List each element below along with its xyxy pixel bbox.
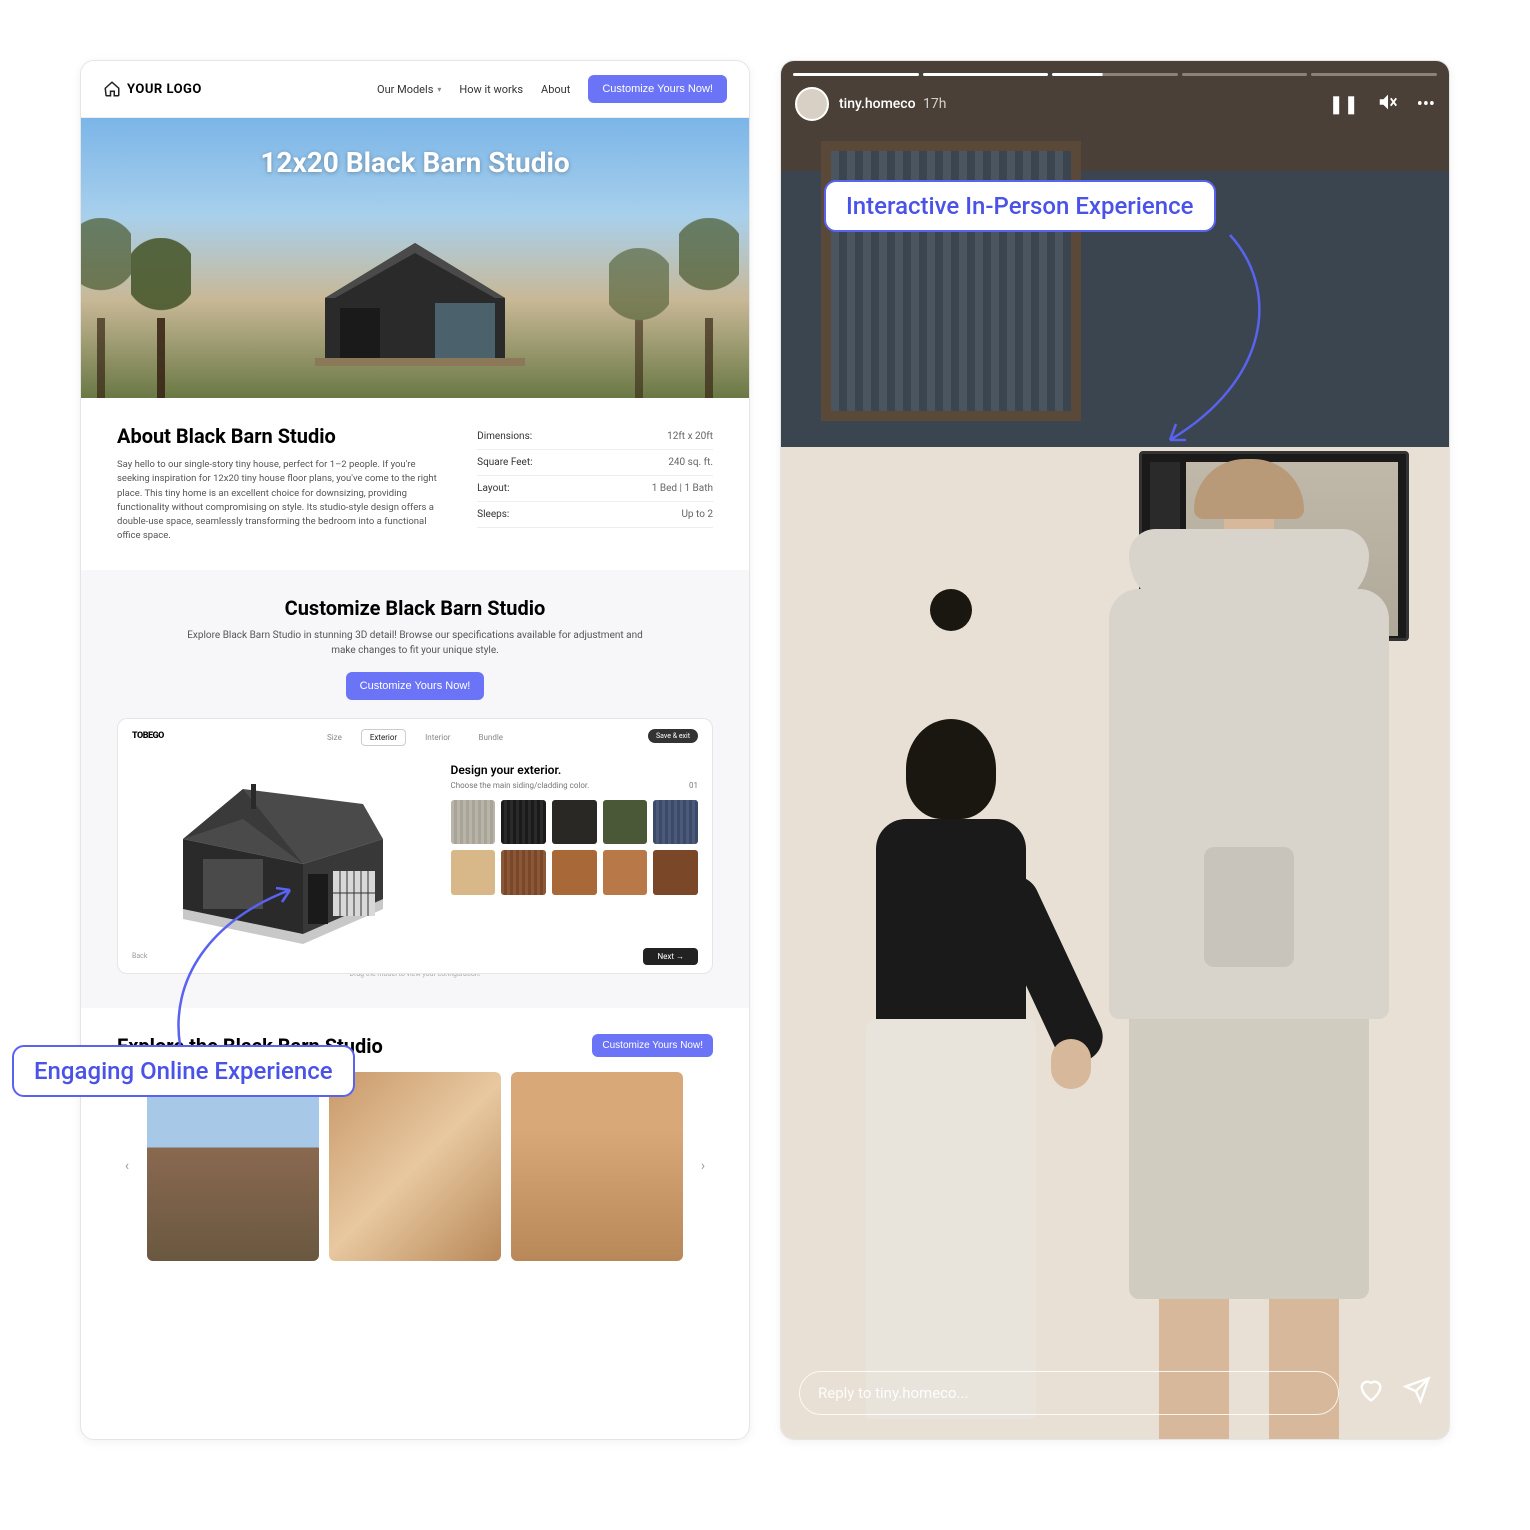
nav-how-it-works[interactable]: How it works [459,83,523,96]
annotation-inperson-experience: Interactive In-Person Experience [824,180,1216,232]
hero-title: 12x20 Black Barn Studio [260,146,569,179]
website-panel: YOUR LOGO Our Models ▾ How it works Abou… [80,60,750,1440]
site-header: YOUR LOGO Our Models ▾ How it works Abou… [81,61,749,118]
customize-heading: Customize Black Barn Studio [117,596,713,620]
color-swatch[interactable] [501,850,546,895]
design-panel-step: 01 [689,781,698,790]
about-section: About Black Barn Studio Say hello to our… [81,398,749,570]
tree-graphic [609,248,669,398]
tab-exterior[interactable]: Exterior [361,729,406,746]
color-swatch[interactable] [603,850,648,895]
configurator-brand: TOBEGO [132,731,164,741]
more-icon[interactable]: ••• [1417,94,1435,115]
annotation-online-experience: Engaging Online Experience [12,1045,355,1097]
about-heading: About Black Barn Studio [117,424,447,448]
annotation-arrow [150,880,310,1050]
color-swatch[interactable] [451,850,496,895]
tab-bundle[interactable]: Bundle [470,729,513,746]
nav-our-models[interactable]: Our Models ▾ [377,83,441,96]
tab-interior[interactable]: Interior [416,729,459,746]
design-panel-title: Design your exterior. [451,763,699,777]
tab-size[interactable]: Size [318,729,351,746]
story-username[interactable]: tiny.homeco 17h [839,96,947,112]
gallery-image[interactable] [329,1072,501,1261]
color-swatch[interactable] [451,800,496,845]
color-swatch[interactable] [653,850,698,895]
nav-about[interactable]: About [541,83,570,96]
story-progress-bar [793,73,1437,76]
image-gallery: ‹ › [117,1072,713,1261]
spec-row: Layout:1 Bed | 1 Bath [477,476,713,502]
about-body: Say hello to our single-story tiny house… [117,458,447,544]
next-button[interactable]: Next → [643,948,698,965]
back-button[interactable]: Back [132,952,147,960]
explore-cta-button[interactable]: Customize Yours Now! [592,1034,713,1057]
mute-icon[interactable] [1377,91,1399,118]
tree-graphic [81,218,131,398]
chevron-down-icon: ▾ [437,85,441,94]
color-swatch[interactable] [653,800,698,845]
story-timestamp: 17h [923,96,946,112]
color-swatch[interactable] [501,800,546,845]
spec-row: Sleeps:Up to 2 [477,502,713,528]
main-nav: Our Models ▾ How it works About Customiz… [377,75,727,103]
gallery-prev-button[interactable]: ‹ [117,1158,137,1174]
story-footer: Reply to tiny.homeco... [799,1371,1431,1415]
color-swatch[interactable] [552,800,597,845]
design-panel-sub: Choose the main siding/cladding color. [451,781,590,790]
header-cta-button[interactable]: Customize Yours Now! [588,75,727,103]
customize-cta-button[interactable]: Customize Yours Now! [346,672,485,700]
color-swatch[interactable] [603,800,648,845]
story-header: tiny.homeco 17h ❚❚ ••• [795,87,1435,121]
pause-icon[interactable]: ❚❚ [1329,94,1359,115]
gallery-next-button[interactable]: › [693,1158,713,1174]
spec-row: Dimensions:12ft x 20ft [477,424,713,450]
hero-section: 12x20 Black Barn Studio [81,118,749,398]
gallery-image[interactable] [147,1072,319,1261]
tree-graphic [131,238,191,398]
house-icon [103,80,121,98]
gallery-image[interactable] [511,1072,683,1261]
spec-row: Square Feet:240 sq. ft. [477,450,713,476]
tree-graphic [679,218,739,398]
avatar[interactable] [795,87,829,121]
like-icon[interactable] [1357,1376,1385,1411]
color-swatch-grid [451,800,699,895]
hero-house-graphic [285,228,545,368]
logo-text: YOUR LOGO [127,82,202,97]
annotation-arrow [1100,230,1300,450]
share-icon[interactable] [1403,1376,1431,1411]
reply-input[interactable]: Reply to tiny.homeco... [799,1371,1339,1415]
configurator-side-panel: Design your exterior. Choose the main si… [451,733,699,959]
spec-table: Dimensions:12ft x 20ft Square Feet:240 s… [477,424,713,544]
color-swatch[interactable] [552,850,597,895]
configurator-tabs: Size Exterior Interior Bundle [318,729,512,746]
customize-sub: Explore Black Barn Studio in stunning 3D… [175,628,655,658]
save-exit-button[interactable]: Save & exit [648,729,698,743]
site-logo[interactable]: YOUR LOGO [103,80,202,98]
